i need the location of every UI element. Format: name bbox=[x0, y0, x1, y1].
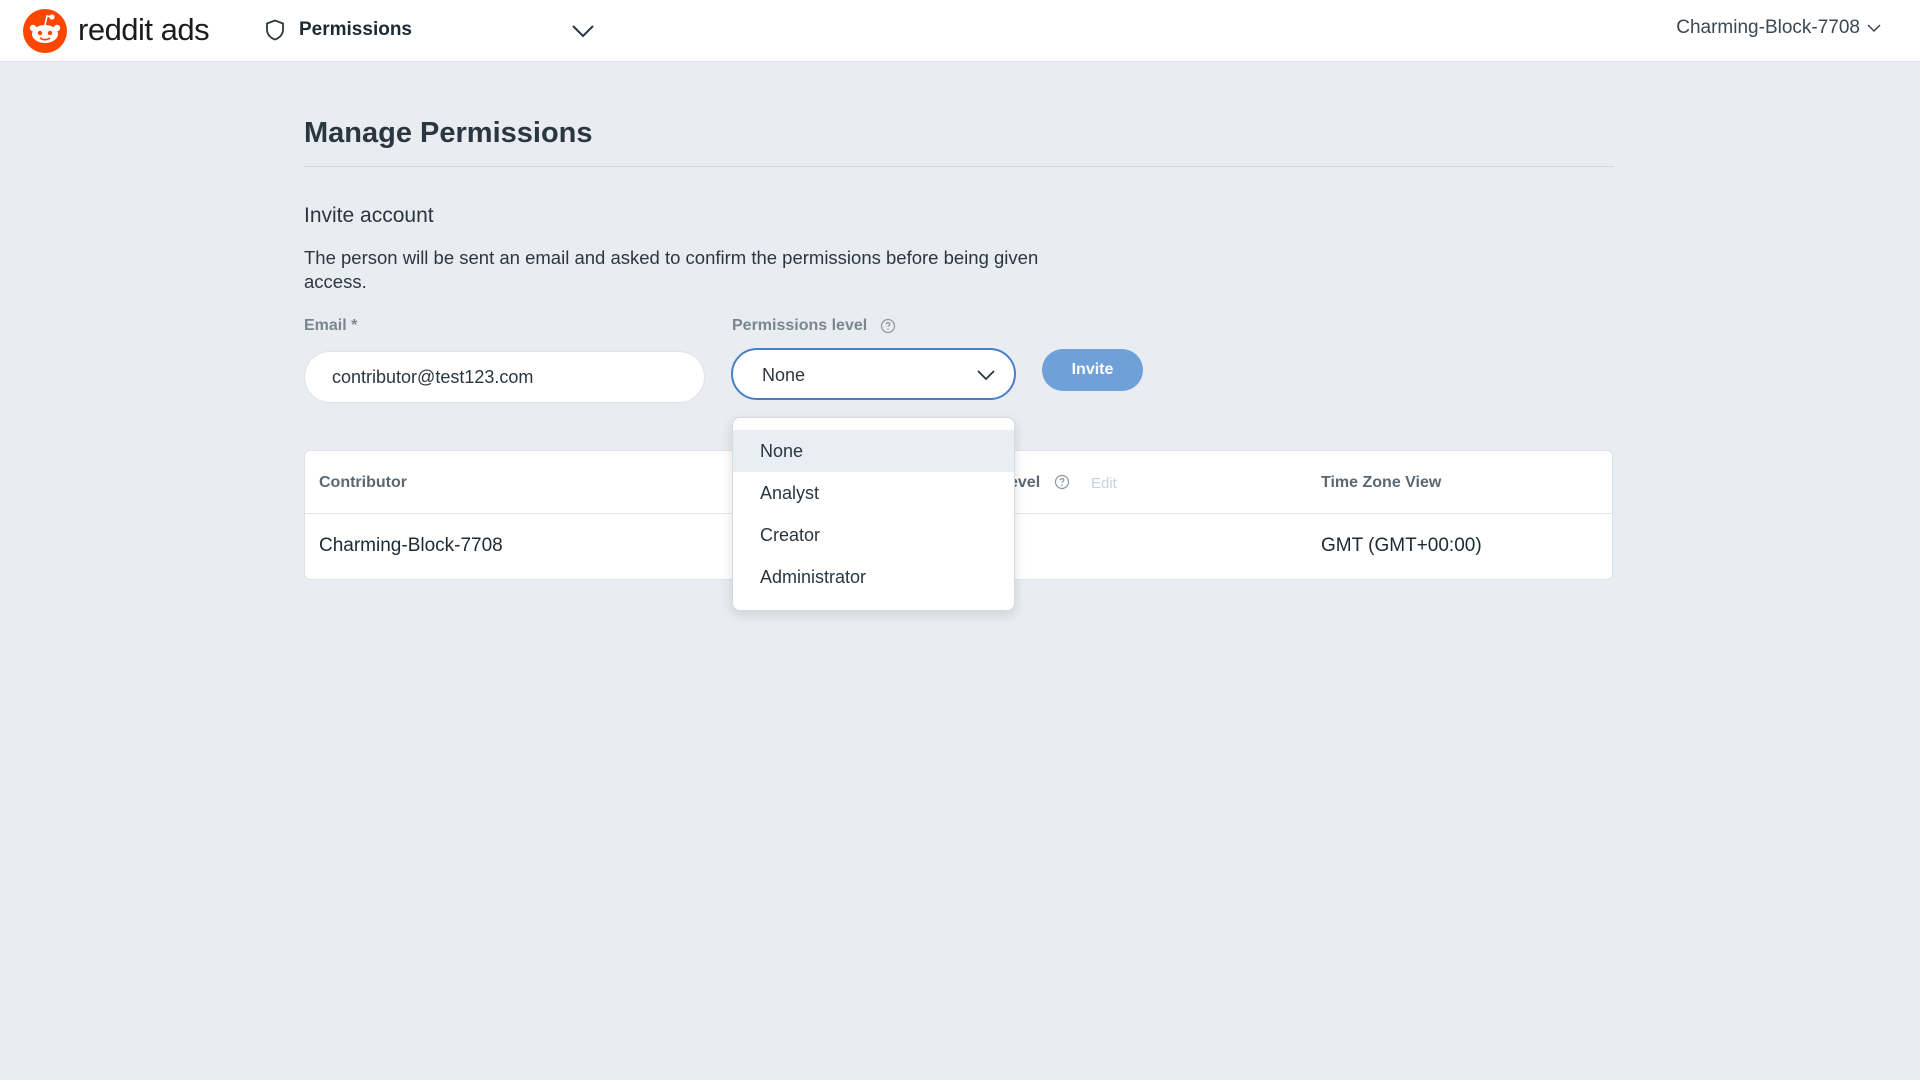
menu-option-administrator[interactable]: Administrator bbox=[733, 556, 1014, 598]
table-cell-time-zone: GMT (GMT+00:00) bbox=[1321, 535, 1482, 556]
help-circle-icon[interactable] bbox=[880, 318, 896, 334]
menu-option-creator[interactable]: Creator bbox=[733, 514, 1014, 556]
page-title: Manage Permissions bbox=[304, 117, 593, 149]
column-header-time-zone: Time Zone View bbox=[1321, 474, 1442, 491]
permissions-level-select[interactable]: None bbox=[731, 348, 1016, 400]
permissions-level-value: None bbox=[762, 365, 806, 385]
menu-option-none[interactable]: None bbox=[733, 430, 1014, 472]
chevron-down-icon bbox=[977, 370, 995, 381]
chevron-down-icon[interactable] bbox=[1866, 20, 1882, 36]
edit-permissions-link[interactable]: Edit bbox=[1091, 475, 1117, 493]
column-header-contributor: Contributor bbox=[319, 474, 407, 491]
section-title: Invite account bbox=[304, 204, 434, 227]
nav-section-label[interactable]: Permissions bbox=[299, 16, 412, 44]
divider bbox=[304, 166, 1614, 167]
table-cell-contributor: Charming-Block-7708 bbox=[319, 535, 503, 556]
brand-name[interactable]: reddit ads bbox=[78, 10, 210, 50]
chevron-down-icon[interactable] bbox=[570, 19, 596, 43]
reddit-logo-icon[interactable] bbox=[22, 8, 68, 54]
invite-button[interactable]: Invite bbox=[1042, 349, 1143, 391]
permissions-level-label: Permissions level bbox=[732, 317, 868, 334]
help-circle-icon[interactable] bbox=[1054, 474, 1070, 490]
shield-icon bbox=[266, 19, 284, 41]
section-description: The person will be sent an email and ask… bbox=[304, 247, 1039, 292]
permissions-level-menu: None Analyst Creator Administrator bbox=[732, 417, 1015, 611]
top-bar: reddit ads Permissions Charming-Block-77… bbox=[0, 0, 1920, 62]
menu-option-analyst[interactable]: Analyst bbox=[733, 472, 1014, 514]
email-field[interactable] bbox=[304, 351, 705, 403]
account-menu[interactable]: Charming-Block-7708 bbox=[1676, 14, 1860, 42]
email-label: Email * bbox=[304, 317, 358, 334]
